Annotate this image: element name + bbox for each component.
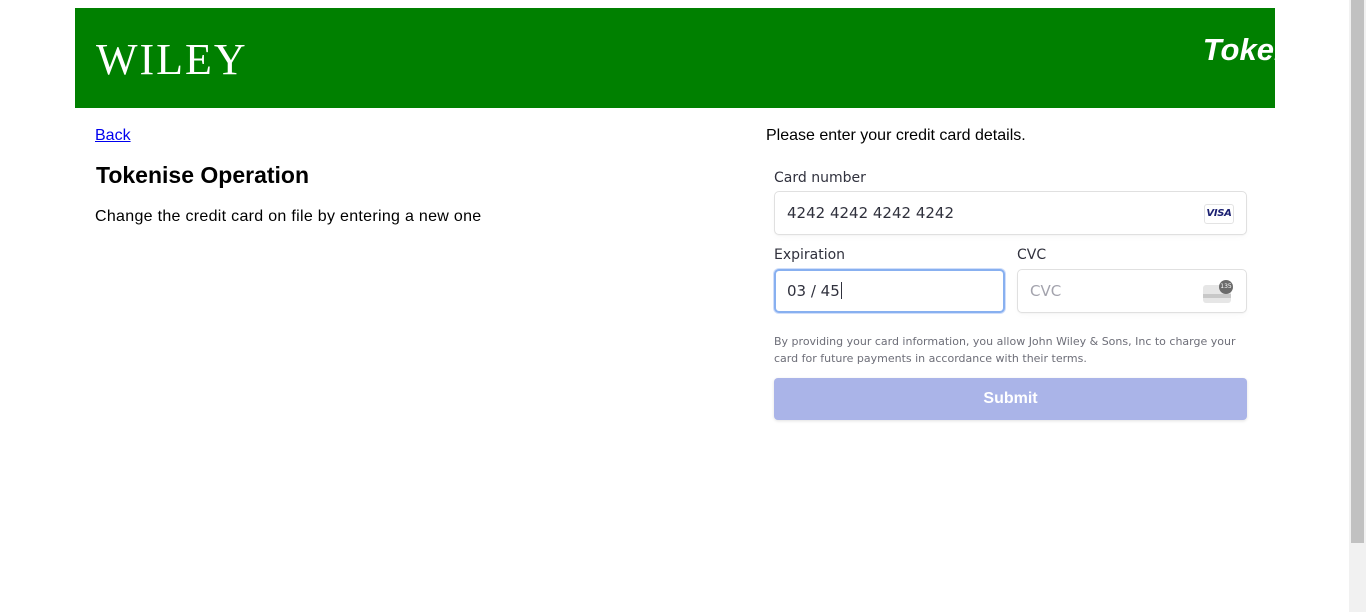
tokenise-page: WILEY Tokenise Back Tokenise Operation C… (0, 0, 1366, 612)
form-intro: Please enter your credit card details. (766, 127, 1026, 144)
card-cvc-icon: 135 (1203, 280, 1233, 304)
card-number-value: 4242 4242 4242 4242 (787, 204, 954, 222)
visa-card-icon: VISA (1204, 204, 1234, 224)
submit-button[interactable]: Submit (774, 378, 1247, 420)
back-link[interactable]: Back (95, 127, 131, 145)
expiration-value: 03 / 45 (787, 282, 840, 300)
page-title: Tokenise Operation (96, 162, 310, 188)
header-title: Tokenise (1202, 32, 1336, 67)
header-banner (75, 8, 1275, 108)
card-number-label: Card number (774, 170, 866, 186)
wiley-logo: WILEY (96, 35, 248, 84)
visa-brand-text: VISA (1206, 208, 1232, 219)
cvc-label: CVC (1017, 247, 1047, 263)
cvc-placeholder: CVC (1030, 282, 1062, 300)
page-description: Change the credit card on file by enteri… (95, 208, 482, 225)
terms-text: By providing your card information, you … (774, 335, 1236, 365)
text-caret (840, 282, 842, 299)
page-scrollbar[interactable] (1349, 0, 1366, 612)
scrollbar-thumb[interactable] (1351, 0, 1364, 543)
cvc-digits-badge: 135 (1219, 280, 1233, 294)
expiration-field[interactable]: 03 / 45 (774, 269, 1005, 313)
expiration-label: Expiration (774, 247, 846, 263)
cvc-field[interactable]: CVC 135 (1017, 269, 1247, 313)
card-number-field[interactable]: 4242 4242 4242 4242 VISA (774, 191, 1247, 235)
